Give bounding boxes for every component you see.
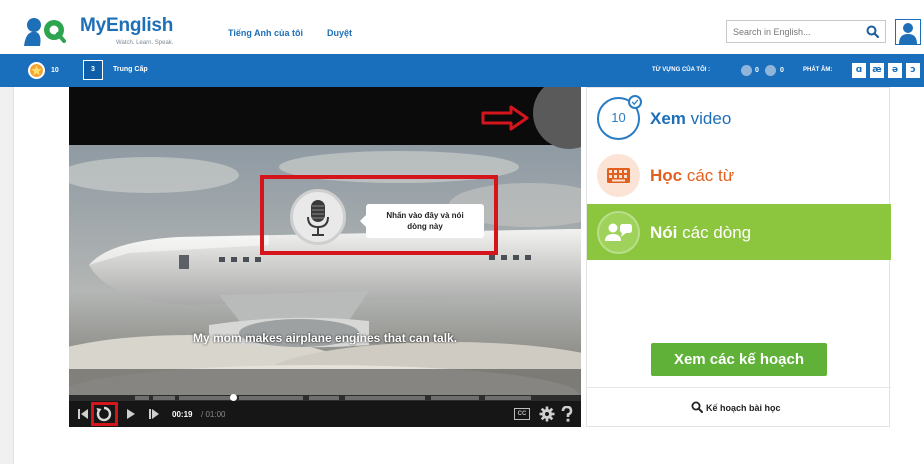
user-icon bbox=[899, 23, 917, 44]
mic-tooltip-line1: Nhấn vào đây và nói bbox=[386, 211, 464, 220]
nav-my-english[interactable]: Tiếng Anh của tôi bbox=[228, 28, 303, 38]
speak-lines-badge bbox=[597, 211, 640, 254]
subtitle-text: My mom makes airplane engines that can t… bbox=[192, 331, 458, 345]
record-mic-button[interactable] bbox=[290, 189, 346, 245]
left-gutter bbox=[0, 87, 14, 464]
progress-segment bbox=[153, 396, 175, 400]
phonetic-open-o-button[interactable]: ɔ bbox=[906, 63, 920, 78]
total-time: / 01:00 bbox=[201, 410, 226, 419]
myenglish-logo[interactable]: MyEnglish Watch. Learn. Speak. bbox=[22, 13, 197, 47]
previous-line-icon[interactable] bbox=[77, 406, 89, 422]
phonetic-a-button[interactable]: ɑ bbox=[852, 63, 866, 78]
phonetics-label: PHÁT ÂM: bbox=[803, 67, 833, 73]
step-speak-lines[interactable]: Nói các dòng bbox=[587, 204, 891, 260]
next-line-icon[interactable] bbox=[148, 406, 160, 422]
gear-icon[interactable] bbox=[539, 406, 555, 422]
level-number[interactable]: 3 bbox=[83, 60, 103, 80]
progress-toolbar: 10 3 Trung Cấp TỪ VỰNG CỦA TÔI : 0 0 PHÁ… bbox=[0, 54, 924, 87]
star-icon bbox=[31, 65, 42, 76]
keyboard-icon bbox=[607, 168, 630, 183]
logo-mark-icon bbox=[24, 18, 66, 46]
progress-segment bbox=[135, 396, 149, 400]
watch-video-badge: 10 bbox=[597, 95, 642, 140]
learn-words-badge bbox=[597, 154, 640, 197]
search-icon[interactable] bbox=[866, 25, 879, 38]
check-icon bbox=[628, 95, 642, 109]
watch-video-label: Xem video bbox=[650, 109, 732, 128]
replay-icon[interactable] bbox=[96, 406, 112, 422]
help-icon[interactable] bbox=[561, 406, 573, 422]
play-icon[interactable] bbox=[126, 406, 136, 422]
vocab-known-count: 0 bbox=[755, 67, 759, 74]
stars-badge[interactable] bbox=[28, 62, 45, 79]
corner-overlay-button[interactable] bbox=[533, 87, 581, 149]
vocab-learning-icon bbox=[765, 65, 776, 76]
progress-segment bbox=[431, 396, 479, 400]
magnifier-icon bbox=[691, 401, 703, 413]
top-nav: Tiếng Anh của tôi Duyệt bbox=[228, 28, 352, 38]
user-profile-button[interactable] bbox=[895, 19, 921, 45]
vocab-label: TỪ VỰNG CỦA TÔI : bbox=[652, 67, 711, 73]
search-input[interactable] bbox=[733, 25, 853, 39]
progress-segment bbox=[309, 396, 339, 400]
view-plans-button[interactable]: Xem các kế hoạch bbox=[651, 343, 827, 376]
arrow-annotation-icon bbox=[481, 105, 529, 131]
panel-divider bbox=[587, 387, 891, 388]
search-box bbox=[726, 20, 886, 43]
step-learn-words[interactable]: Học các từ bbox=[587, 147, 891, 204]
progress-segment bbox=[345, 396, 425, 400]
video-player[interactable]: Nhấn vào đây và nói dòng này My mom make… bbox=[69, 87, 581, 427]
logo-title: MyEnglish bbox=[80, 15, 174, 36]
player-controls: 00:19 / 01:00 CC bbox=[69, 401, 581, 427]
lesson-plan-text: Kế hoạch bài học bbox=[706, 403, 781, 413]
learn-words-label: Học các từ bbox=[650, 166, 735, 185]
current-time: 00:19 bbox=[172, 410, 193, 419]
mic-tooltip: Nhấn vào đây và nói dòng này bbox=[360, 204, 484, 238]
phonetic-schwa-button[interactable]: ə bbox=[888, 63, 902, 78]
lesson-steps-panel: 10 Xem video Học các từ Nói các dòng Xem… bbox=[586, 87, 891, 427]
speaking-person-icon bbox=[605, 223, 632, 241]
progress-segment bbox=[239, 396, 303, 400]
captions-button[interactable]: CC bbox=[514, 408, 530, 420]
logo-tagline: Watch. Learn. Speak. bbox=[116, 40, 174, 46]
stars-count: 10 bbox=[51, 67, 59, 74]
nav-browse[interactable]: Duyệt bbox=[327, 28, 352, 38]
progress-knob[interactable] bbox=[229, 394, 237, 401]
mic-tooltip-line2: dòng này bbox=[407, 222, 443, 231]
lesson-plan-link[interactable]: Kế hoạch bài học bbox=[691, 401, 781, 413]
speak-lines-label: Nói các dòng bbox=[650, 223, 752, 242]
microphone-icon bbox=[307, 200, 329, 236]
vocab-known-icon bbox=[741, 65, 752, 76]
video-count: 10 bbox=[611, 110, 626, 125]
level-name[interactable]: Trung Cấp bbox=[113, 66, 148, 73]
phonetic-ae-button[interactable]: æ bbox=[870, 63, 884, 78]
vocab-learning-count: 0 bbox=[780, 67, 784, 74]
progress-segment bbox=[179, 396, 235, 400]
progress-segment bbox=[485, 396, 531, 400]
step-watch-video[interactable]: 10 Xem video bbox=[587, 90, 891, 147]
top-header: MyEnglish Watch. Learn. Speak. Tiếng Anh… bbox=[0, 0, 924, 54]
